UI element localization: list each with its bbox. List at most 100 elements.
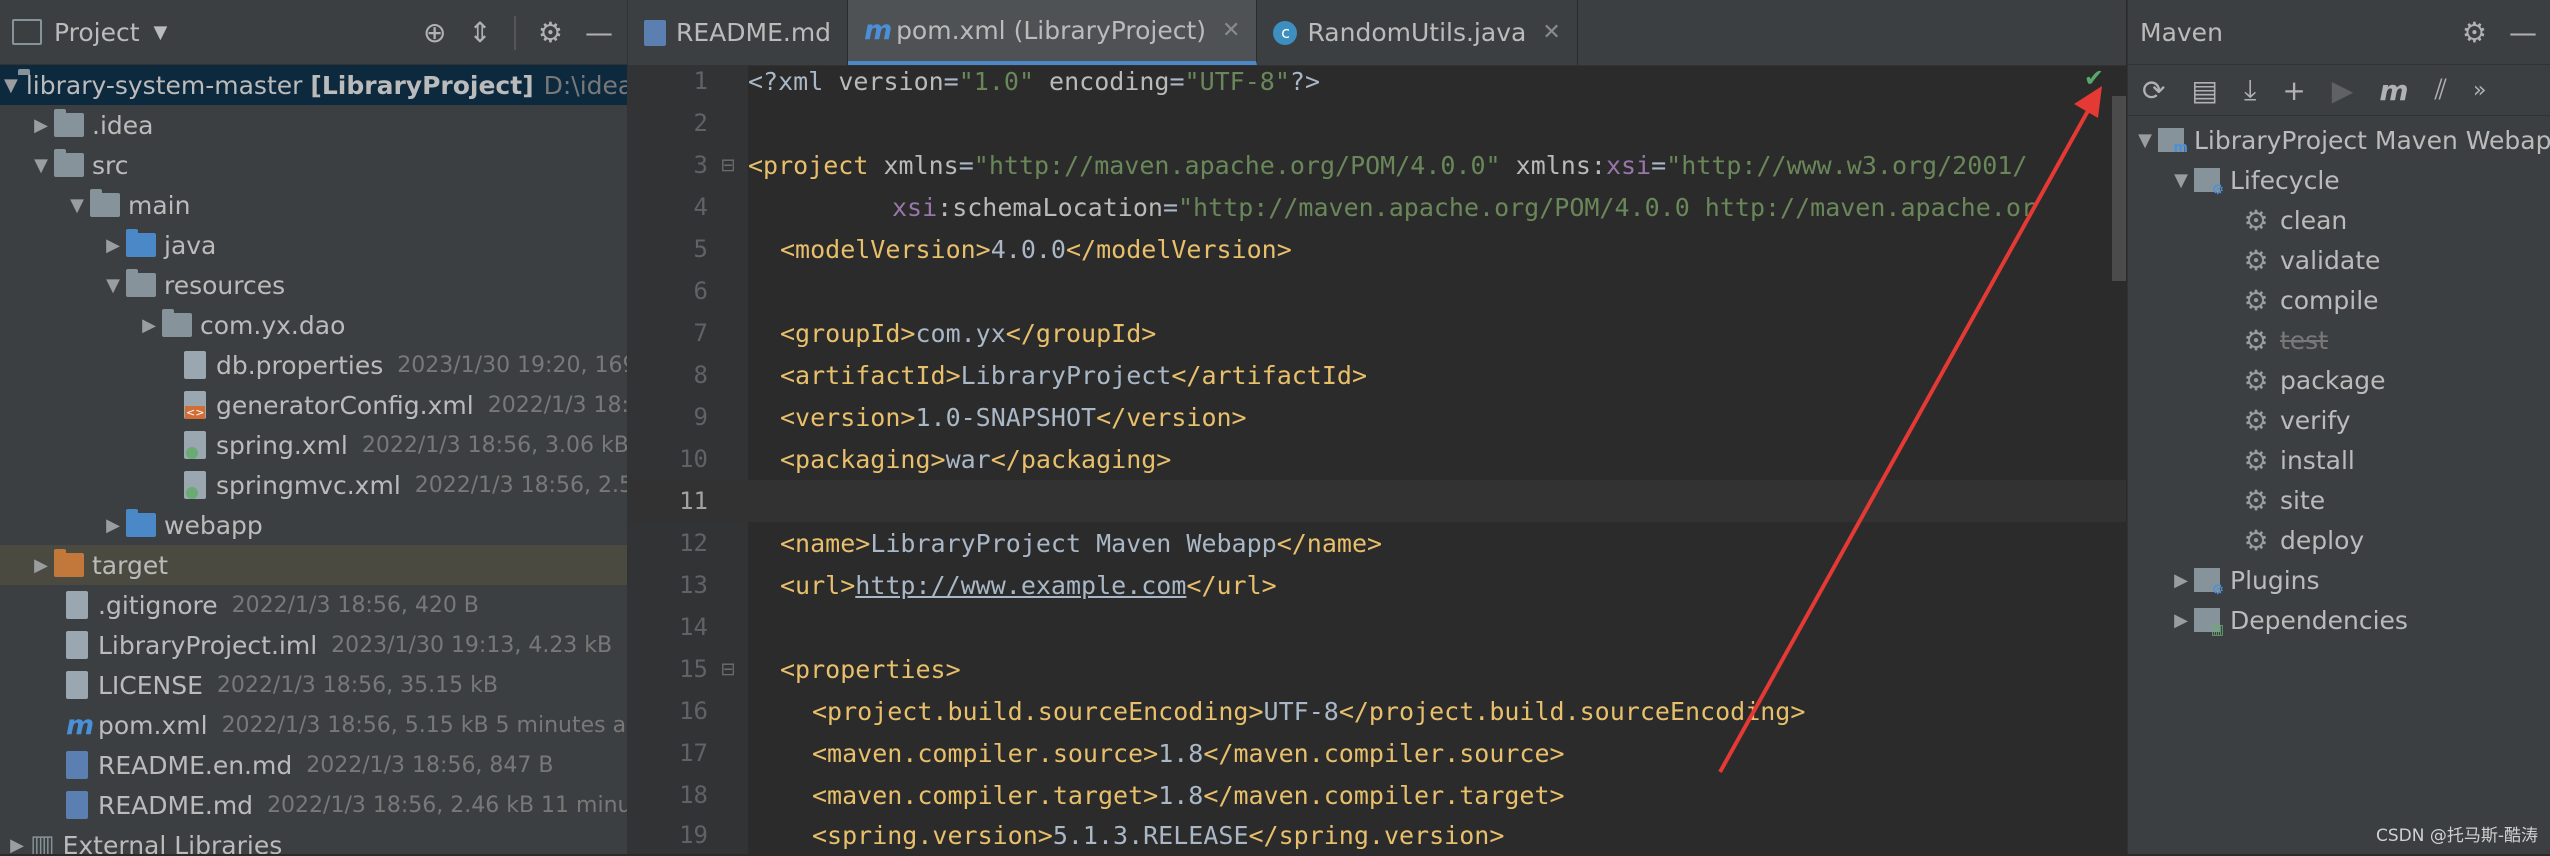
file-meta: 2022/1/3 18:56, 35.15 kB [216, 672, 498, 698]
tree-item-generatorconfig[interactable]: generatorConfig.xml 2022/1/3 18:56, [0, 385, 628, 425]
maven-project-node[interactable]: ▼ LibraryProject Maven Webapp [2128, 120, 2550, 160]
expand-arrow-icon[interactable]: ▼ [100, 275, 126, 296]
code-line: 17 <maven.compiler.source>1.8</maven.com… [628, 732, 2126, 774]
url-link[interactable]: http://www.example.com [855, 571, 1186, 600]
tree-item-project-root[interactable]: ▼ library-system-master [LibraryProject]… [0, 65, 627, 105]
code-text: <?xml version="1.0" encoding="UTF-8"?> [748, 66, 1320, 96]
chevron-down-icon[interactable]: ▼ [154, 22, 168, 43]
maven-panel-header: Maven ⚙ — [2128, 0, 2550, 65]
toggle-offline-icon[interactable]: ⫽ [2435, 73, 2448, 107]
tree-item-license[interactable]: LICENSE 2022/1/3 18:56, 35.15 kB [0, 665, 627, 705]
close-icon[interactable]: ✕ [1222, 18, 1240, 43]
maven-dependencies-node[interactable]: ▶ Dependencies [2128, 600, 2408, 640]
module-name-label: [LibraryProject] [310, 70, 534, 100]
tree-item-com-yx-dao[interactable]: ▶ com.yx.dao [0, 305, 627, 345]
gear-icon[interactable]: ⚙ [538, 16, 563, 49]
tree-item-springmvc-xml[interactable]: springmvc.xml 2022/1/3 18:56, 2.54 k [0, 465, 627, 505]
collapsed-arrow-icon[interactable]: ▶ [100, 515, 126, 536]
tree-item-java[interactable]: ▶ java [0, 225, 627, 265]
lifecycle-goal-test[interactable]: ⚙ test [2128, 320, 2328, 360]
tree-item-label: library-system-master [25, 70, 303, 100]
tree-item-target[interactable]: ▶ target [0, 545, 627, 585]
expand-arrow-icon[interactable]: ▼ [64, 195, 90, 216]
gear-icon[interactable]: ⚙ [2462, 16, 2487, 49]
tree-item-external-libraries[interactable]: ▶ ▥ External Libraries [0, 825, 627, 855]
collapsed-arrow-icon[interactable]: ▶ [2168, 610, 2194, 631]
collapse-all-icon[interactable]: ⇕ [468, 16, 491, 49]
tree-item-label: External Libraries [62, 830, 283, 855]
more-icon[interactable]: » [2473, 78, 2486, 103]
tree-item-idea[interactable]: ▶ .idea [0, 105, 627, 145]
code-line: 14 [628, 606, 2126, 648]
collapsed-arrow-icon[interactable]: ▶ [2168, 570, 2194, 591]
collapsed-arrow-icon[interactable]: ▶ [28, 115, 54, 136]
file-meta: 2022/1/3 18:56, [487, 392, 628, 418]
source-folder-icon [126, 229, 156, 257]
markdown-file-icon [644, 19, 666, 46]
close-icon[interactable]: ✕ [1542, 20, 1560, 45]
add-icon[interactable]: + [2282, 74, 2305, 107]
generate-sources-icon[interactable]: ▤ [2191, 74, 2217, 107]
line-number: 10 [679, 445, 708, 473]
lifecycle-goal-compile[interactable]: ⚙ compile [2128, 280, 2378, 320]
tree-item-pom-xml[interactable]: m pom.xml 2022/1/3 18:56, 5.15 kB 5 minu… [0, 705, 627, 745]
lifecycle-folder-icon [2194, 168, 2224, 198]
expand-arrow-icon[interactable]: ▼ [2132, 130, 2158, 151]
tree-item-label: src [92, 150, 129, 180]
tree-item-main[interactable]: ▼ main [0, 185, 627, 225]
minimize-icon[interactable]: — [2509, 16, 2537, 49]
code-line: 15 ⊟ <properties> [628, 648, 2126, 690]
lifecycle-goal-package[interactable]: ⚙ package [2128, 360, 2385, 400]
tree-item-iml[interactable]: LibraryProject.iml 2023/1/30 19:13, 4.23… [0, 625, 627, 665]
download-icon[interactable]: ⤓ [2244, 73, 2256, 107]
execute-goal-icon[interactable]: m [2379, 74, 2408, 107]
tree-item-label: spring.xml [216, 430, 348, 460]
spring-xml-file-icon [184, 431, 206, 459]
collapsed-arrow-icon[interactable]: ▶ [136, 315, 162, 336]
project-view-selector[interactable]: Project [54, 18, 140, 47]
tree-item-db-properties[interactable]: db.properties 2023/1/30 19:20, 169 B [0, 345, 627, 385]
gear-icon: ⚙ [2243, 283, 2269, 317]
code-text: <packaging>war</packaging> [780, 444, 1172, 474]
code-text: <version>1.0-SNAPSHOT</version> [780, 402, 1247, 432]
tree-item-readme-en[interactable]: README.en.md 2022/1/3 18:56, 847 B [0, 745, 627, 785]
code-line: 6 [628, 270, 2126, 312]
lifecycle-goal-validate[interactable]: ⚙ validate [2128, 240, 2380, 280]
maven-lifecycle-node[interactable]: ▼ Lifecycle [2128, 160, 2340, 200]
line-number: 12 [679, 529, 708, 557]
tree-item-readme[interactable]: README.md 2022/1/3 18:56, 2.46 kB 11 min… [0, 785, 627, 825]
collapsed-arrow-icon[interactable]: ▶ [4, 835, 30, 855]
line-number: 6 [693, 277, 708, 305]
tree-item-webapp[interactable]: ▶ webapp [0, 505, 627, 545]
collapsed-arrow-icon[interactable]: ▶ [100, 235, 126, 256]
maven-panel-title: Maven [2140, 17, 2223, 47]
code-text: <properties> [780, 654, 961, 684]
lifecycle-goal-site[interactable]: ⚙ site [2128, 480, 2325, 520]
tree-item-spring-xml[interactable]: spring.xml 2022/1/3 18:56, 3.06 kB 11 [0, 425, 627, 465]
fold-icon[interactable]: ⊟ [708, 659, 748, 680]
web-folder-icon [126, 509, 156, 537]
collapsed-arrow-icon[interactable]: ▶ [28, 555, 54, 576]
tab-pom-xml[interactable]: m pom.xml (LibraryProject) ✕ [848, 0, 1258, 65]
gear-icon: ⚙ [2243, 243, 2269, 277]
lifecycle-goal-deploy[interactable]: ⚙ deploy [2128, 520, 2364, 560]
expand-arrow-icon[interactable]: ▼ [4, 75, 18, 96]
expand-arrow-icon[interactable]: ▼ [2168, 170, 2194, 191]
lifecycle-goal-verify[interactable]: ⚙ verify [2128, 400, 2350, 440]
fold-icon[interactable]: ⊟ [708, 155, 748, 176]
code-text: <url>http://www.example.com</url> [780, 570, 1277, 600]
tab-randomutils-java[interactable]: c RandomUtils.java ✕ [1257, 0, 1578, 65]
reload-icon[interactable]: ⟳ [2142, 74, 2165, 107]
tab-readme-md[interactable]: README.md [628, 0, 849, 65]
tree-item-src[interactable]: ▼ src [0, 145, 627, 185]
expand-arrow-icon[interactable]: ▼ [28, 155, 54, 176]
run-icon[interactable]: ▶ [2332, 74, 2354, 107]
maven-plugins-node[interactable]: ▶ Plugins [2128, 560, 2319, 600]
minimize-icon[interactable]: — [585, 16, 613, 49]
code-text: xsi:schemaLocation="http://maven.apache.… [892, 192, 2036, 222]
tree-item-gitignore[interactable]: .gitignore 2022/1/3 18:56, 420 B [0, 585, 627, 625]
lifecycle-goal-install[interactable]: ⚙ install [2128, 440, 2354, 480]
locate-icon[interactable]: ⊕ [423, 16, 446, 49]
lifecycle-goal-clean[interactable]: ⚙ clean [2128, 200, 2347, 240]
tree-item-resources[interactable]: ▼ resources [0, 265, 627, 305]
